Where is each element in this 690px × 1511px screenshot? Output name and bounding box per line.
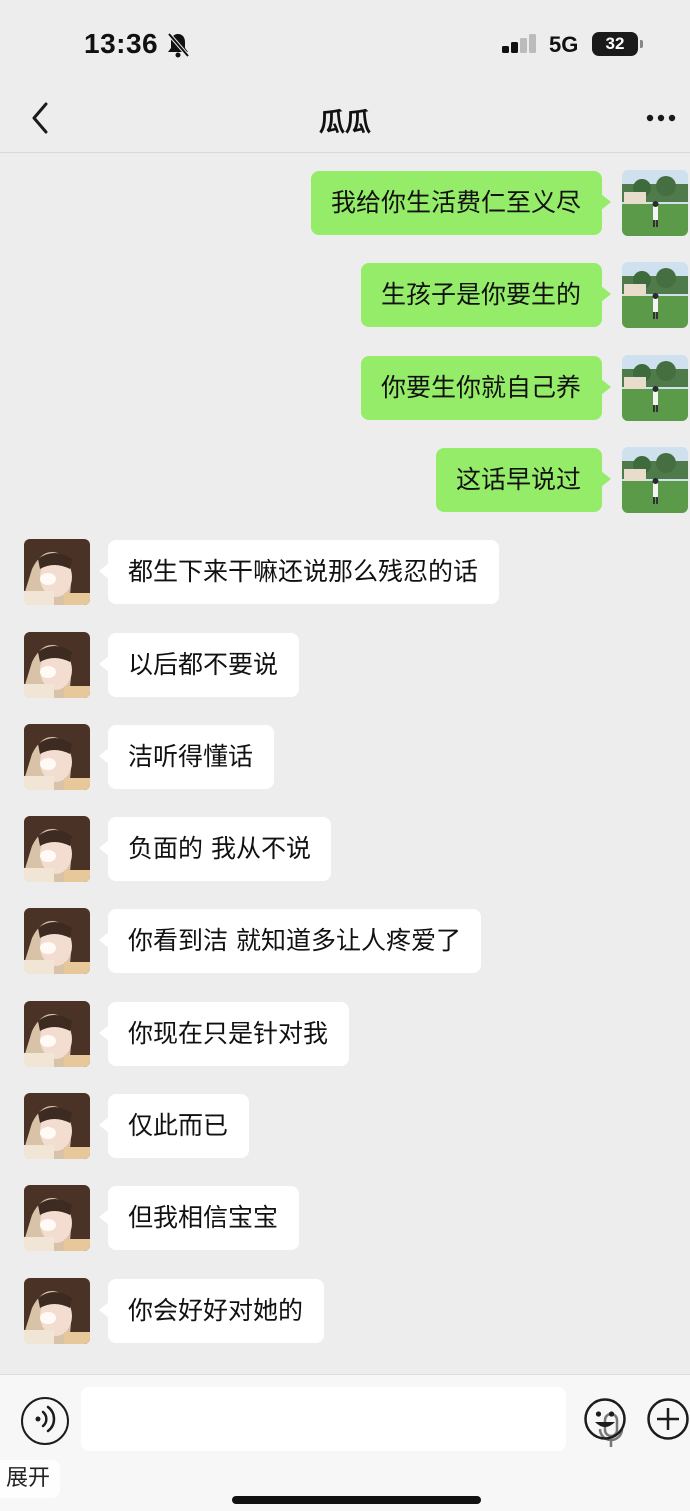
battery-level: 32 (605, 34, 625, 53)
message-input[interactable] (81, 1387, 624, 1451)
message-bubble[interactable]: 都生下来干嘛还说那么残忍的话 (99, 540, 499, 604)
network-label: 5G (549, 32, 579, 57)
home-indicator (232, 1496, 481, 1504)
message-bubble[interactable]: 负面的 我从不说 (99, 817, 331, 881)
contact-avatar[interactable] (24, 908, 90, 974)
more-icon[interactable] (640, 108, 680, 128)
message-bubble[interactable]: 我给你生活费仁至义尽 (311, 171, 611, 235)
status-bar: 13:36 5G 32 (0, 0, 690, 90)
signal-icon (502, 34, 536, 53)
message-bubble[interactable]: 但我相信宝宝 (99, 1186, 299, 1250)
input-bar (0, 1374, 690, 1511)
message-bubble[interactable]: 生孩子是你要生的 (361, 263, 611, 327)
message-bubble[interactable]: 你看到洁 就知道多让人疼爱了 (99, 909, 481, 973)
contact-avatar[interactable] (24, 724, 90, 790)
my-avatar[interactable] (622, 355, 688, 421)
contact-avatar[interactable] (24, 1001, 90, 1067)
message-bubble[interactable]: 这话早说过 (436, 448, 611, 512)
chat-header: 瓜瓜 (0, 90, 690, 153)
my-avatar[interactable] (622, 170, 688, 236)
contact-avatar[interactable] (24, 1278, 90, 1344)
message-bubble[interactable]: 你会好好对她的 (99, 1279, 324, 1343)
message-bubble[interactable]: 你现在只是针对我 (99, 1002, 349, 1066)
message-bubble[interactable]: 仅此而已 (99, 1094, 249, 1158)
status-time: 13:36 (84, 28, 159, 59)
battery-icon: 32 (592, 32, 643, 56)
voice-icon[interactable] (21, 1397, 69, 1445)
message-bubble[interactable]: 以后都不要说 (99, 633, 299, 697)
message-bubble[interactable]: 你要生你就自己养 (361, 356, 611, 420)
message-bubble[interactable]: 洁听得懂话 (99, 725, 274, 789)
plus-icon[interactable] (646, 1397, 690, 1441)
expand-button[interactable]: 展开 (0, 1460, 60, 1498)
contact-avatar[interactable] (24, 539, 90, 605)
my-avatar[interactable] (622, 262, 688, 328)
contact-avatar[interactable] (24, 1185, 90, 1251)
bell-muted-icon (167, 32, 190, 58)
contact-avatar[interactable] (24, 632, 90, 698)
chat-title: 瓜瓜 (318, 108, 371, 138)
contact-avatar[interactable] (24, 1093, 90, 1159)
emoji-icon[interactable] (583, 1397, 627, 1441)
contact-avatar[interactable] (24, 816, 90, 882)
my-avatar[interactable] (622, 447, 688, 513)
